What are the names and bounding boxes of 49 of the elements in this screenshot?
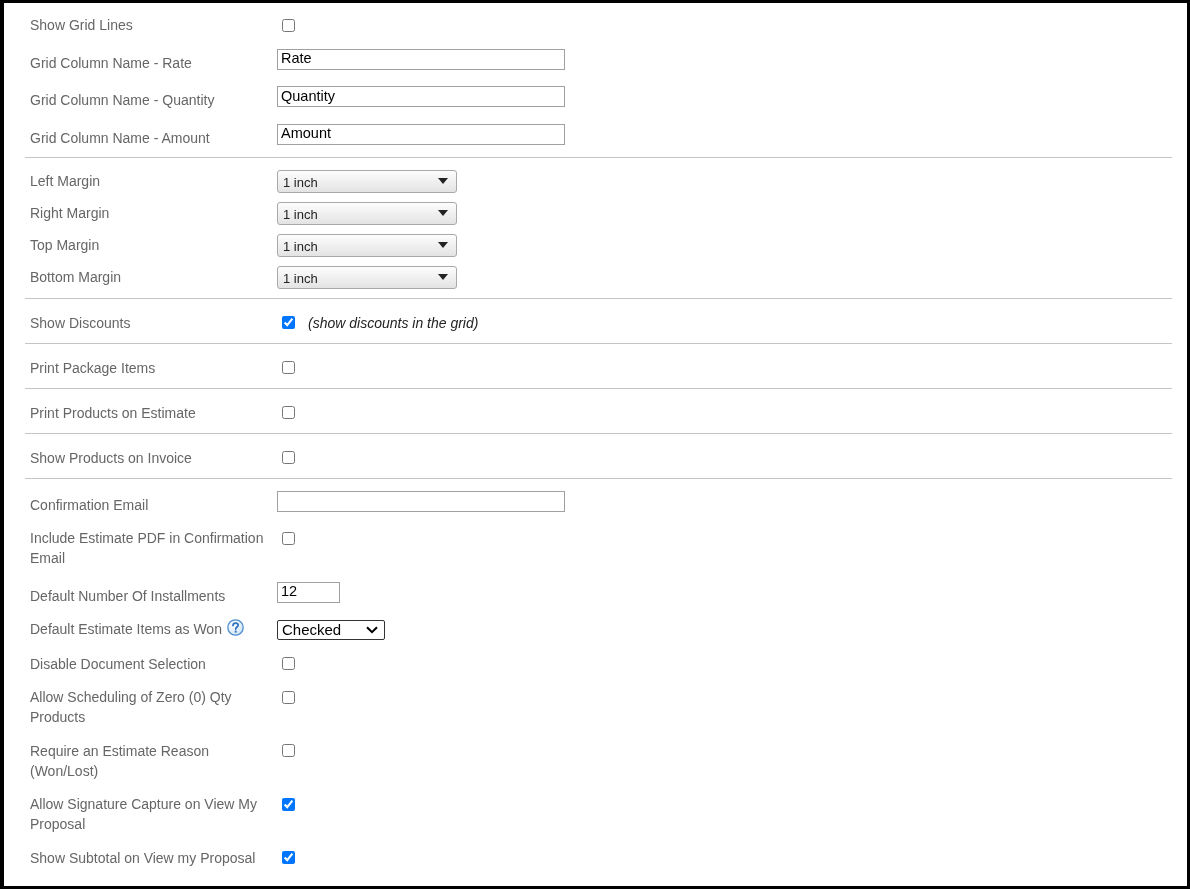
- checkbox[interactable]: [282, 797, 295, 811]
- checkbox[interactable]: [282, 451, 295, 464]
- setting-label: Right Margin: [30, 205, 110, 221]
- dropdown[interactable]: 1 inch: [277, 233, 457, 257]
- setting-label: Grid Column Name - Quantity: [30, 92, 215, 108]
- checkbox[interactable]: [282, 851, 295, 864]
- setting-label: Allow Scheduling of Zero (0) Qty Products: [30, 689, 232, 725]
- setting-label: Grid Column Name - Rate: [30, 54, 192, 71]
- setting-label: Show Products on Invoice: [30, 449, 192, 466]
- setting-label: Top Margin: [30, 237, 100, 253]
- setting-label: Left Margin: [30, 173, 101, 189]
- setting-label: Show Grid Lines: [30, 17, 133, 33]
- setting-label: Include Estimate PDF in Confirmation Email: [30, 530, 264, 566]
- caret-icon: [438, 274, 448, 280]
- setting-label: Confirmation Email: [30, 496, 149, 513]
- setting-label: Default Number Of Installments: [30, 587, 226, 604]
- setting-label: Bottom Margin: [30, 269, 122, 285]
- checkbox[interactable]: [282, 744, 295, 757]
- checkbox[interactable]: [282, 690, 295, 704]
- text-field[interactable]: Rate: [277, 48, 565, 70]
- hint-text: (show discounts in the grid): [308, 313, 479, 333]
- number-field[interactable]: 12: [277, 581, 340, 603]
- checkbox[interactable]: [282, 18, 295, 32]
- checkbox[interactable]: [282, 531, 295, 545]
- setting-label: Print Products on Estimate: [30, 404, 196, 421]
- setting-label: Disable Document Selection: [30, 655, 206, 672]
- caret-icon: [438, 242, 448, 248]
- checkbox[interactable]: [282, 361, 295, 374]
- checkbox[interactable]: [282, 406, 295, 419]
- dropdown[interactable]: Checked: [277, 620, 385, 640]
- dropdown[interactable]: 1 inch: [277, 201, 457, 225]
- setting-label: Show Subtotal on View my Proposal: [30, 849, 256, 866]
- caret-icon: [438, 210, 448, 216]
- text-field[interactable]: Amount: [277, 123, 565, 145]
- dropdown[interactable]: 1 inch: [277, 265, 457, 289]
- setting-label: Allow Signature Capture on View My Proposal: [30, 796, 257, 832]
- help-icon[interactable]: [226, 619, 244, 636]
- text-field[interactable]: Quantity: [277, 86, 565, 107]
- chevron-icon: [366, 626, 378, 634]
- setting-label: Show Discounts: [30, 314, 131, 331]
- dropdown[interactable]: 1 inch: [277, 169, 457, 193]
- text-field[interactable]: [277, 490, 565, 512]
- checkbox[interactable]: [282, 657, 295, 670]
- setting-label: Print Package Items: [30, 359, 156, 376]
- setting-label: Grid Column Name - Amount: [30, 129, 210, 146]
- setting-label: Default Estimate Items as Won: [30, 621, 222, 637]
- setting-label: Require an Estimate Reason (Won/Lost): [30, 742, 209, 779]
- caret-icon: [438, 178, 448, 184]
- checkbox[interactable]: [282, 316, 295, 329]
